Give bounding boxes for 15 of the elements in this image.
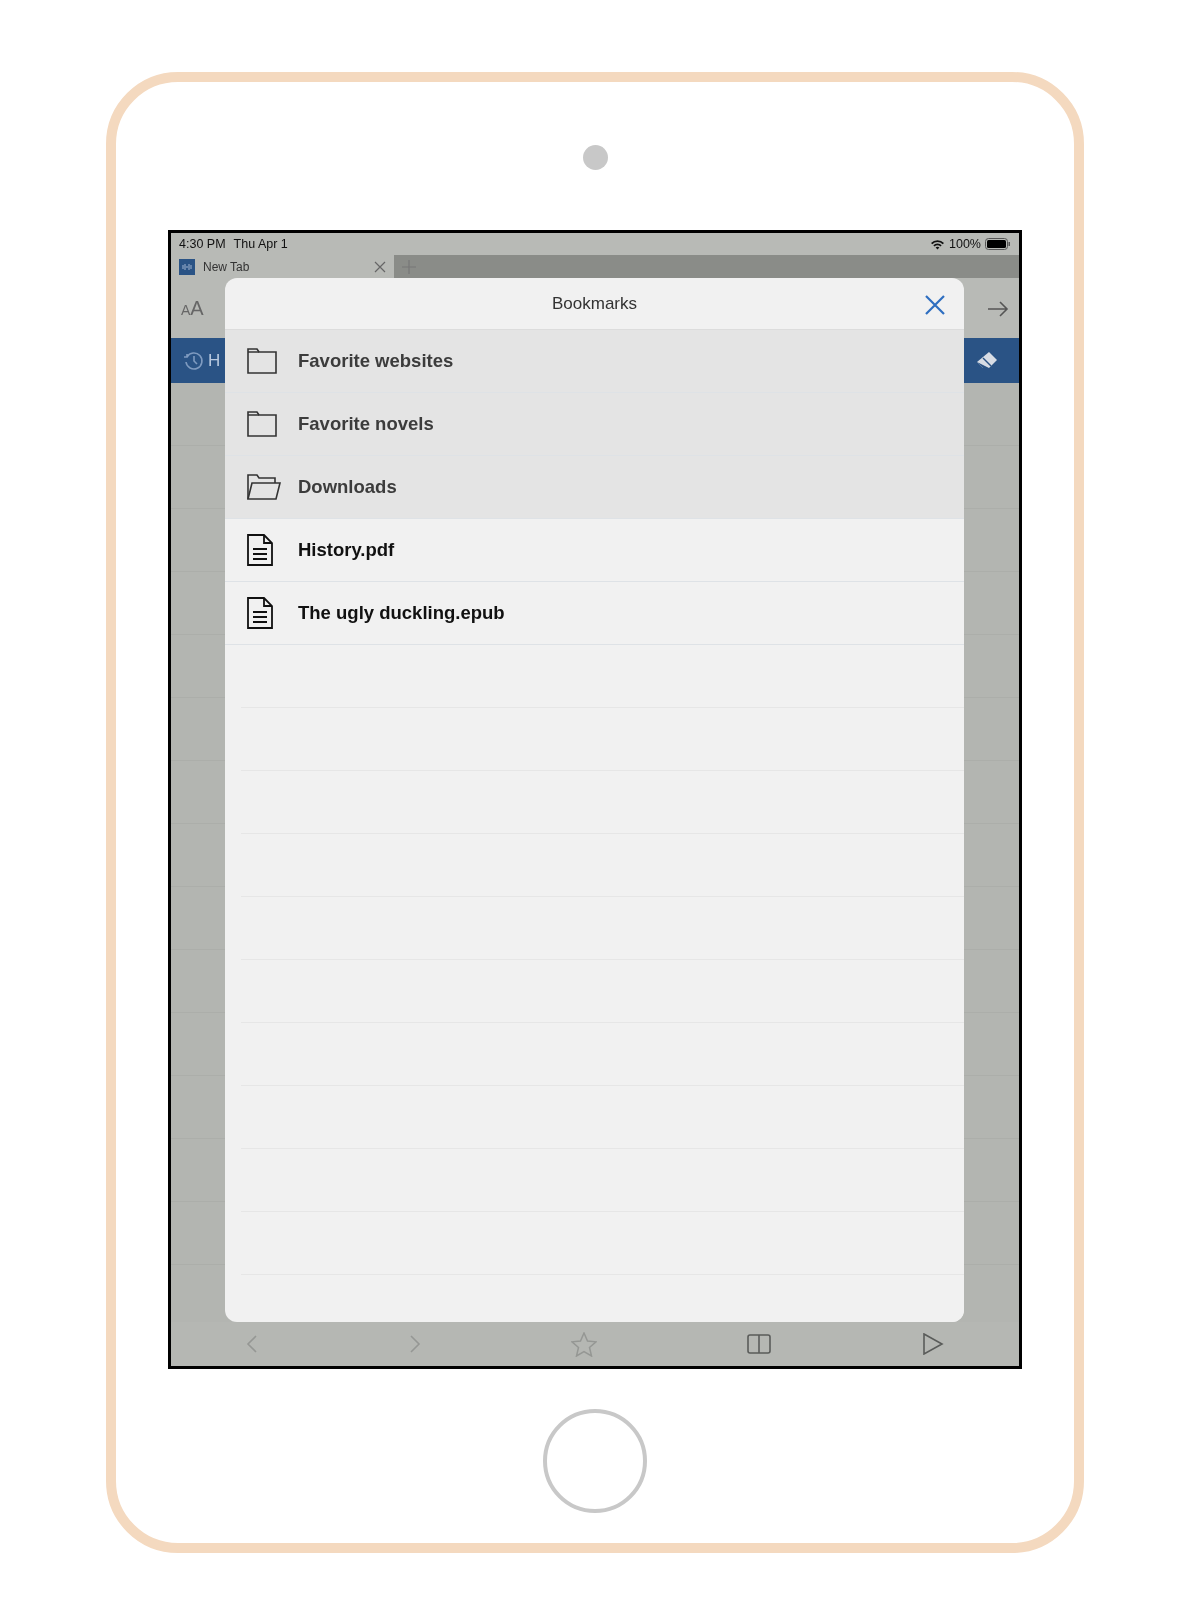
status-date: Thu Apr 1 bbox=[233, 235, 288, 253]
sheet-title: Bookmarks bbox=[552, 292, 637, 315]
open-folder-icon bbox=[247, 474, 281, 500]
bookmark-item[interactable]: Favorite novels bbox=[225, 393, 964, 456]
camera-dot bbox=[582, 145, 608, 170]
bookmark-item[interactable]: Favorite websites bbox=[225, 330, 964, 393]
app-icon bbox=[179, 257, 195, 276]
tab-title: New Tab bbox=[203, 258, 250, 276]
browser-tab[interactable]: New Tab bbox=[171, 255, 394, 278]
history-label[interactable]: H bbox=[208, 352, 221, 369]
home-button[interactable] bbox=[543, 1409, 647, 1513]
bookmark-item[interactable]: Downloads bbox=[225, 456, 964, 519]
book-icon[interactable] bbox=[745, 1332, 774, 1356]
status-time: 4:30 PM bbox=[179, 235, 226, 253]
battery-percent: 100% bbox=[949, 235, 981, 253]
